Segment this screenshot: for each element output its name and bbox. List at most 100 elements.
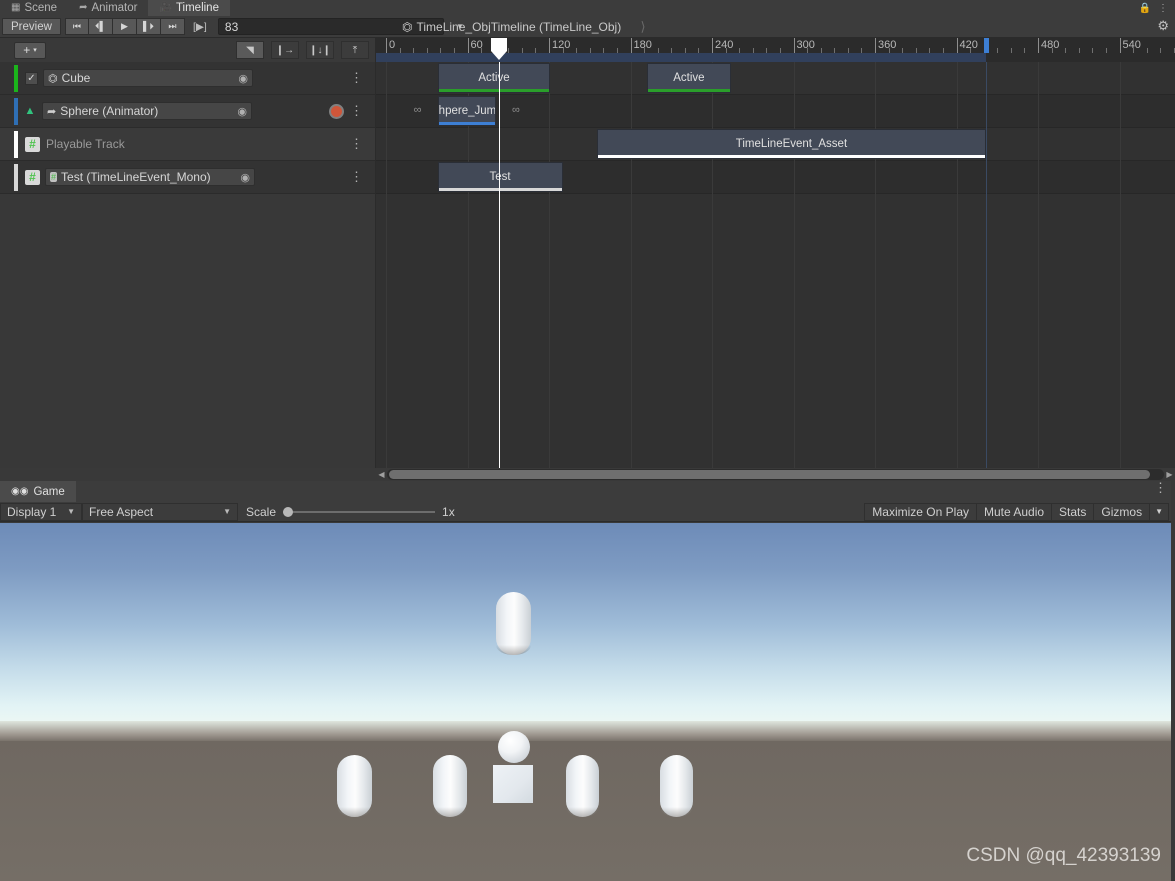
breadcrumb[interactable]: ⏣ TimeLine_ObjTimeline (TimeLine_Obj) [396, 16, 621, 38]
gridline [549, 62, 550, 468]
previous-frame-button[interactable]: ⏴▌ [88, 18, 113, 35]
track-object-field-sphere[interactable]: ➦ Sphere (Animator) ◉ [42, 102, 252, 120]
ruler-major-tick [712, 38, 713, 53]
track-row-sphere[interactable]: ▲ ➦ Sphere (Animator) ◉ ⋮ [0, 95, 375, 128]
display-dropdown[interactable]: Display 1 ▼ [0, 502, 82, 521]
gizmos-button[interactable]: Gizmos [1094, 502, 1151, 521]
ruler-minor-tick [426, 48, 428, 53]
track-row-cube[interactable]: ✓ ⏣ Cube ◉ ⋮ [0, 62, 375, 95]
go-to-end-button[interactable]: ⏭ [160, 18, 185, 35]
ruler-minor-tick [481, 48, 483, 53]
timeline-clip[interactable]: Active [646, 63, 731, 93]
prefab-cube-icon: ⏣ [402, 20, 413, 34]
capsule-jumping [496, 592, 531, 655]
clip-color-bar [438, 89, 550, 92]
play-button[interactable]: ▶ [112, 18, 137, 35]
mute-audio-button[interactable]: Mute Audio [977, 502, 1053, 521]
playhead-marker[interactable] [490, 38, 507, 60]
timeline-clip[interactable]: Test [437, 162, 563, 192]
marker-pin-button[interactable]: ⤒ [341, 41, 369, 59]
stats-button[interactable]: Stats [1052, 502, 1095, 521]
clip-lane-empty[interactable] [376, 194, 1175, 468]
play-range-button[interactable]: [▶] [184, 18, 215, 35]
tab-animator-label: Animator [91, 2, 138, 14]
clip-label: Active [478, 72, 510, 84]
replace-mode-button[interactable]: ❙↓❙ [306, 41, 334, 59]
ruler-minor-tick [671, 48, 673, 53]
next-frame-button[interactable]: ▌⏵ [136, 18, 161, 35]
end-gridline [986, 62, 988, 468]
gridline [630, 62, 632, 468]
ruler-major-tick [875, 38, 876, 53]
add-track-button[interactable]: + ▾ [14, 41, 46, 59]
track-menu-icon[interactable]: ⋮ [350, 104, 363, 117]
tab-game[interactable]: ◉◉ Game [0, 481, 76, 502]
scale-control[interactable]: Scale 1x [246, 505, 455, 519]
ruler-minor-tick [508, 48, 510, 53]
tab-animator[interactable]: ➦ Animator [68, 0, 149, 16]
capsule-ground-4 [660, 755, 693, 817]
mix-mode-button[interactable]: ◥ [236, 41, 264, 59]
timeline-clip-area[interactable]: Active Active Shpere_Jump ∞ ∞ TimeLineEvent_A… [376, 62, 1175, 468]
track-enable-checkbox[interactable]: ✓ [25, 71, 38, 85]
tab-scene[interactable]: ▦ Scene [0, 0, 69, 16]
script-hash-icon: # [25, 136, 40, 152]
ruler-minor-tick [834, 48, 836, 53]
scale-slider[interactable] [283, 506, 436, 517]
track-menu-icon[interactable]: ⋮ [350, 170, 363, 183]
timeline-clip[interactable]: Shpere_Jump [437, 96, 497, 126]
track-menu-icon[interactable]: ⋮ [350, 71, 363, 84]
aspect-dropdown[interactable]: Free Aspect ▼ [82, 502, 238, 521]
timeline-clip[interactable]: Active [437, 63, 551, 93]
target-select-icon[interactable]: ◉ [237, 105, 247, 118]
ruler-major-tick [386, 38, 387, 53]
gizmos-dropdown-icon[interactable]: ▼ [1150, 502, 1169, 521]
track-label-playable: Playable Track [46, 137, 125, 151]
ruler-minor-tick [1065, 48, 1067, 53]
timeline-hscrollbar[interactable]: ◀ ▶ [376, 468, 1175, 481]
capsule-ground-1 [337, 755, 372, 817]
go-to-start-button[interactable]: ⏮ [64, 18, 89, 35]
timeline-end-marker[interactable] [984, 38, 990, 53]
record-button[interactable] [329, 103, 344, 119]
gridline [793, 62, 795, 468]
scroll-track[interactable] [387, 469, 1164, 480]
track-object-field-cube[interactable]: ⏣ Cube ◉ [43, 69, 253, 87]
scroll-thumb[interactable] [389, 470, 1151, 479]
gridline [875, 62, 876, 468]
ruler-minor-tick [861, 48, 863, 53]
sphere-object [498, 731, 530, 763]
ruler-band-after-end [986, 53, 1175, 62]
ripple-mode-button[interactable]: ❙→ [271, 41, 299, 59]
unity-editor-window: ▦ Scene ➦ Animator 🎥 Timeline 🔒 ⋮ Previe… [0, 0, 1175, 881]
ruler-minor-tick [576, 48, 578, 53]
maximize-on-play-button[interactable]: Maximize On Play [864, 502, 977, 521]
game-vscrollbar[interactable] [1171, 481, 1175, 881]
scroll-right-arrow-icon[interactable]: ▶ [1164, 470, 1175, 479]
breadcrumb-separator-icon: ⟩ [640, 19, 646, 34]
tabbar-right-controls: 🔒 ⋮ [1139, 3, 1175, 14]
tab-timeline[interactable]: 🎥 Timeline [148, 0, 230, 16]
ruler-minor-tick [942, 48, 944, 53]
scroll-left-arrow-icon[interactable]: ◀ [376, 470, 387, 479]
chevron-down-icon: ▼ [223, 507, 231, 516]
ruler-label: 480 [1041, 39, 1060, 51]
track-menu-icon[interactable]: ⋮ [350, 137, 363, 150]
script-hash-icon: # [25, 169, 40, 185]
lock-icon[interactable]: 🔒 [1139, 3, 1151, 14]
gear-icon[interactable]: ⚙ [1157, 18, 1169, 34]
preview-button[interactable]: Preview [2, 18, 61, 35]
target-select-icon[interactable]: ◉ [238, 72, 248, 85]
track-row-playable[interactable]: # Playable Track ⋮ [0, 128, 375, 161]
track-row-test[interactable]: # # Test (TimeLineEvent_Mono) ◉ ⋮ [0, 161, 375, 194]
timeline-ruler[interactable]: 0 60 120 180 240 300 360 420 480 540 [376, 38, 1175, 62]
kebab-menu-icon[interactable]: ⋮ [1154, 481, 1167, 494]
target-select-icon[interactable]: ◉ [240, 171, 250, 184]
track-object-field-test[interactable]: # Test (TimeLineEvent_Mono) ◉ [45, 168, 255, 186]
game-viewport[interactable]: CSDN @qq_42393139 [0, 523, 1175, 881]
kebab-menu-icon[interactable]: ⋮ [1158, 3, 1168, 14]
game-window: ◉◉ Game ⋮ Display 1 ▼ Free Aspect ▼ Scal… [0, 481, 1175, 881]
scale-label: Scale [246, 504, 277, 519]
timeline-clip[interactable]: TimeLineEvent_Asset [596, 129, 987, 159]
scale-slider-knob[interactable] [283, 506, 294, 517]
